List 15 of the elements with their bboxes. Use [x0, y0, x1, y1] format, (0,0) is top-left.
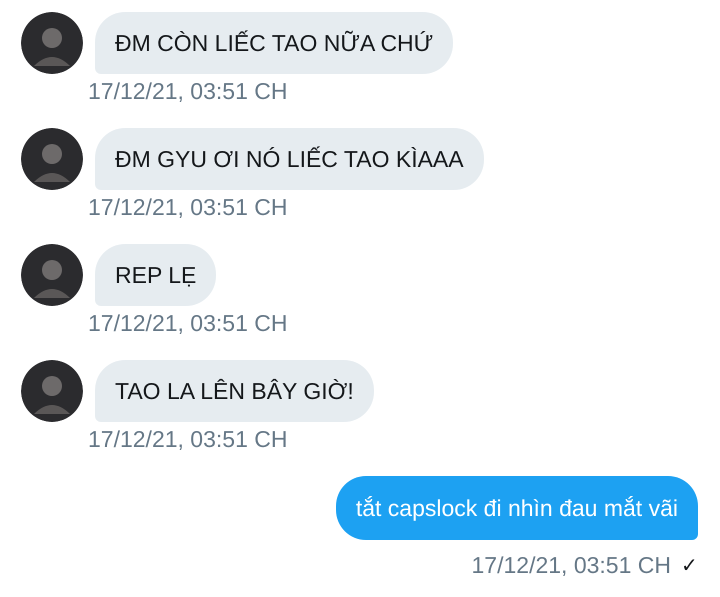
message-bubble: tắt capslock đi nhìn đau mắt vãi — [336, 476, 698, 540]
avatar-icon — [21, 360, 83, 422]
message-time: 17/12/21, 03:51 CH — [88, 425, 288, 454]
message-bubble: REP LẸ — [95, 244, 216, 306]
message-time: 17/12/21, 03:51 CH — [88, 309, 288, 338]
message-bubble: ĐM GYU ƠI NÓ LIẾC TAO KÌAAA — [95, 128, 484, 190]
avatar-icon — [21, 12, 83, 74]
message-bubble: TAO LA LÊN BÂY GIỜ! — [95, 360, 374, 422]
message-time: 17/12/21, 03:51 CH — [88, 77, 288, 106]
avatar-icon — [21, 128, 83, 190]
message-time: 17/12/21, 03:51 CH — [88, 193, 288, 222]
read-receipt: ✓ — [681, 554, 698, 578]
message-time: 17/12/21, 03:51 CH — [472, 551, 671, 580]
message-bubble: ĐM CÒN LIẾC TAO NỮA CHỨ — [95, 12, 454, 74]
avatar-icon — [21, 244, 83, 306]
